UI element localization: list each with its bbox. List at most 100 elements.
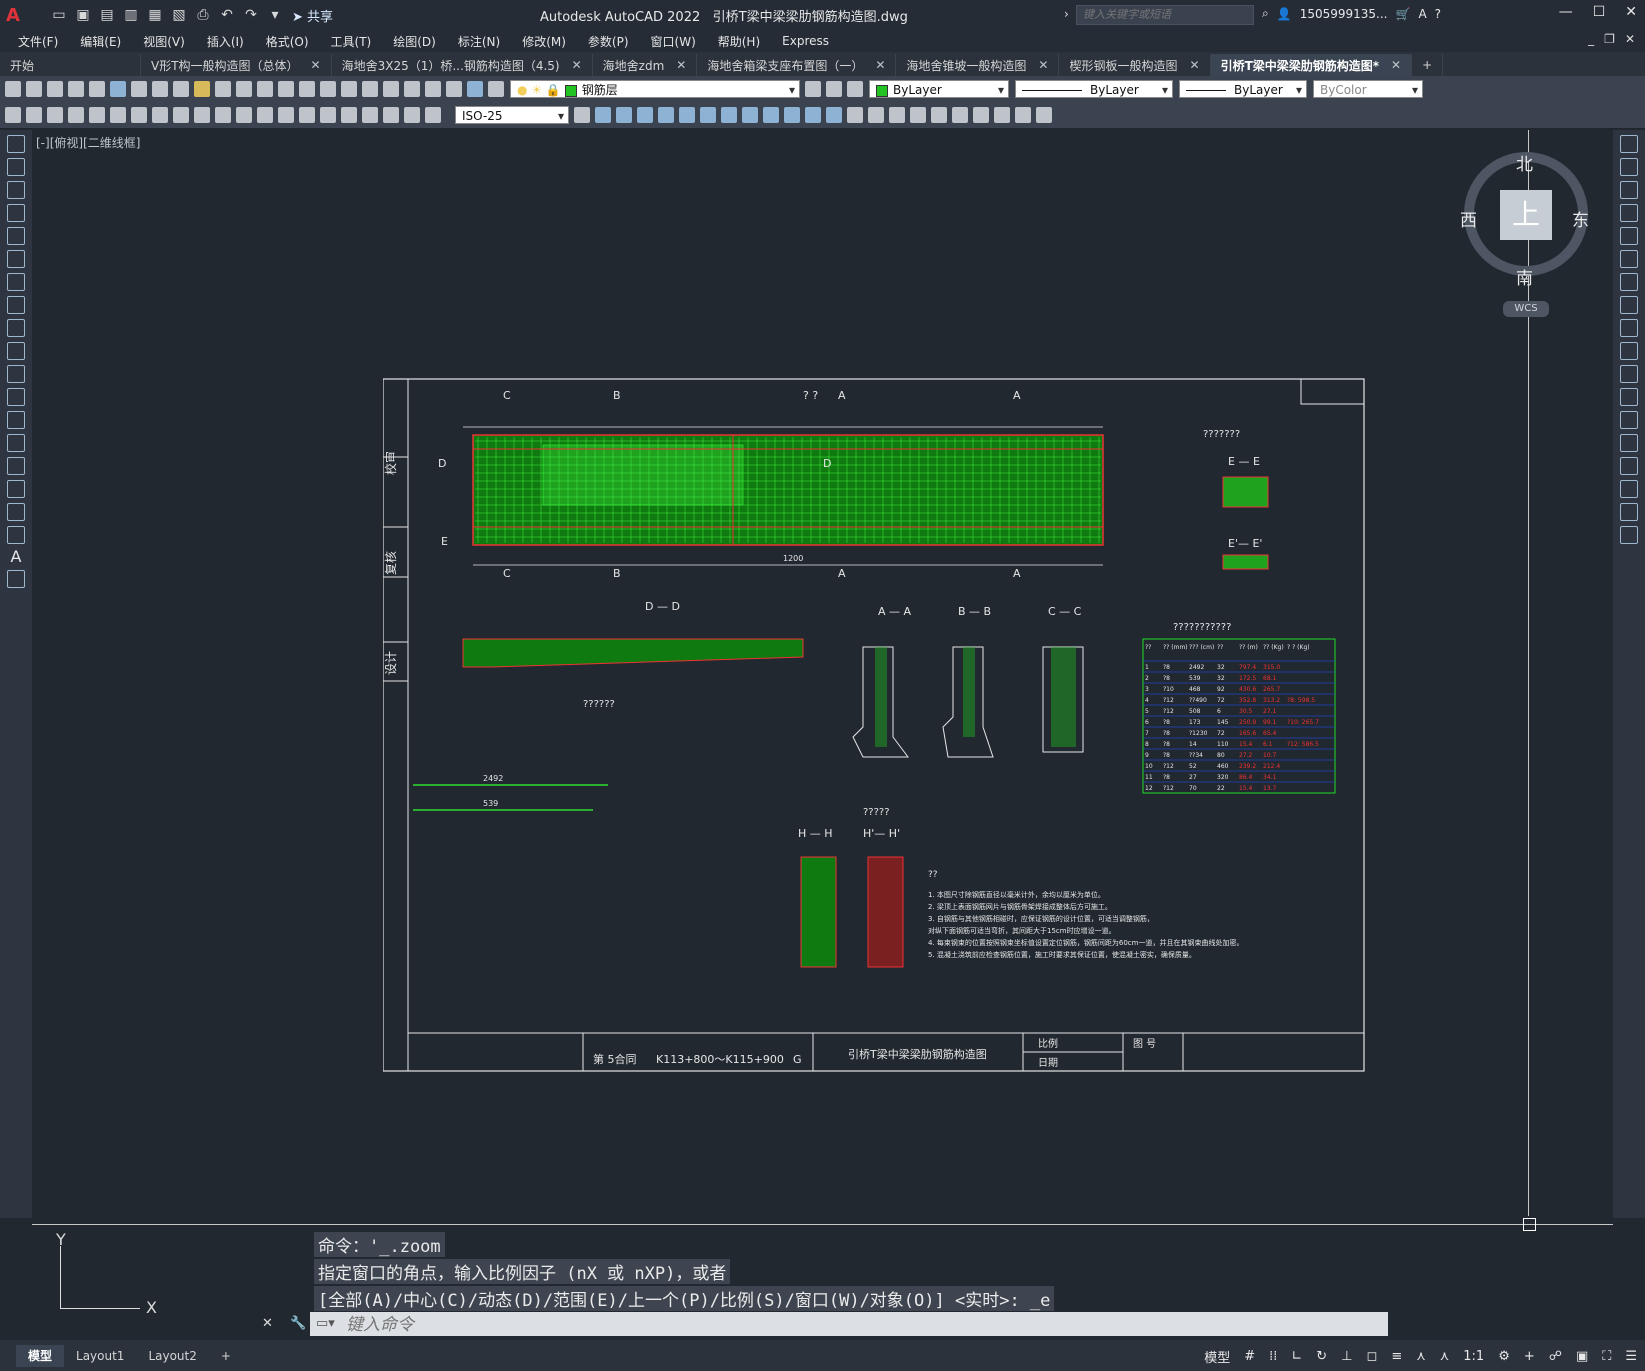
chamfer-icon[interactable] bbox=[1620, 457, 1638, 475]
linetype-dropdown[interactable]: ByLayer bbox=[1015, 80, 1173, 99]
menu-item-5[interactable]: 工具(T) bbox=[331, 33, 372, 50]
markup-icon[interactable] bbox=[425, 81, 441, 97]
a360-icon[interactable]: A bbox=[1418, 7, 1426, 21]
view-3d-icon[interactable] bbox=[847, 107, 863, 123]
tab-layout2[interactable]: Layout2 bbox=[136, 1345, 208, 1367]
match-prop-icon[interactable] bbox=[194, 81, 210, 97]
file-tab-3[interactable]: 海地舍zdm ✕ bbox=[593, 54, 698, 76]
undo-tb-icon[interactable] bbox=[215, 81, 231, 97]
model-space-button[interactable]: 模型 bbox=[1204, 1347, 1230, 1366]
fillet-icon[interactable] bbox=[1620, 480, 1638, 498]
undo-icon[interactable]: ↶ bbox=[218, 6, 236, 24]
file-tab-6[interactable]: 楔形钢板一般构造图 ✕ bbox=[1059, 54, 1211, 76]
redo-icon[interactable]: ↷ bbox=[242, 6, 260, 24]
viewcube-east[interactable]: 东 bbox=[1572, 206, 1589, 231]
insert-block-icon[interactable] bbox=[7, 388, 25, 406]
color-dropdown[interactable]: ByLayer bbox=[869, 80, 1009, 99]
menu-item-2[interactable]: 视图(V) bbox=[143, 33, 185, 50]
ucs-view-icon[interactable] bbox=[700, 107, 716, 123]
arc-icon[interactable] bbox=[7, 250, 25, 268]
view-iso-icon[interactable] bbox=[910, 107, 926, 123]
open-icon[interactable]: ▣ bbox=[74, 6, 92, 24]
blend-icon[interactable] bbox=[1620, 503, 1638, 521]
trim-icon[interactable] bbox=[1620, 342, 1638, 360]
workspace-gear-icon[interactable]: ⚙ bbox=[1498, 1349, 1510, 1364]
dim-ordinate-icon[interactable] bbox=[89, 107, 105, 123]
spline-icon[interactable] bbox=[7, 319, 25, 337]
explode-icon[interactable] bbox=[1620, 526, 1638, 544]
view-front-icon[interactable] bbox=[868, 107, 884, 123]
jogged-linear-icon[interactable] bbox=[362, 107, 378, 123]
viewport-controls[interactable]: [-][俯视][二维线框] bbox=[36, 134, 140, 151]
menu-item-10[interactable]: 窗口(W) bbox=[651, 33, 696, 50]
file-tab-0[interactable]: 开始 bbox=[0, 54, 141, 76]
ucs-icon[interactable] bbox=[595, 107, 611, 123]
wcs-menu[interactable]: WCS bbox=[1503, 301, 1549, 317]
point-icon[interactable] bbox=[7, 434, 25, 452]
isolate-icon[interactable]: ☍ bbox=[1549, 1349, 1562, 1364]
polygon-icon[interactable] bbox=[7, 204, 25, 222]
hatch-icon[interactable] bbox=[7, 457, 25, 475]
center-mark-icon[interactable] bbox=[320, 107, 336, 123]
menu-item-1[interactable]: 编辑(E) bbox=[80, 33, 121, 50]
ucs-z-icon[interactable] bbox=[826, 107, 842, 123]
gradient-icon[interactable] bbox=[7, 480, 25, 498]
layer-dropdown[interactable]: ● ☀ 🔒 钢筋层 bbox=[510, 80, 800, 99]
menu-item-0[interactable]: 文件(F) bbox=[18, 33, 58, 50]
viewport-poly-icon[interactable] bbox=[1015, 107, 1031, 123]
inspection-icon[interactable] bbox=[341, 107, 357, 123]
layer-previous-icon[interactable] bbox=[826, 81, 842, 97]
revision-cloud-icon[interactable] bbox=[7, 296, 25, 314]
annotation-visibility-icon[interactable]: ⋏ bbox=[1416, 1349, 1426, 1364]
open-file-icon[interactable] bbox=[26, 81, 42, 97]
lineweight-toggle-icon[interactable]: ≡ bbox=[1391, 1349, 1402, 1364]
chevron-right-icon[interactable]: › bbox=[1064, 7, 1069, 21]
doc-close-icon[interactable]: ✕ bbox=[1625, 32, 1635, 46]
polyline-icon[interactable] bbox=[7, 181, 25, 199]
viewport-object-icon[interactable] bbox=[1036, 107, 1052, 123]
annotation-scale-value[interactable]: 1:1 bbox=[1463, 1349, 1484, 1364]
join-icon[interactable] bbox=[1620, 434, 1638, 452]
make-current-icon[interactable] bbox=[805, 81, 821, 97]
dim-style-icon[interactable] bbox=[574, 107, 590, 123]
ucs-face-icon[interactable] bbox=[658, 107, 674, 123]
mtext-icon[interactable]: A bbox=[8, 549, 24, 565]
annotation-scale-icon[interactable]: ⋏ bbox=[1440, 1349, 1450, 1364]
tab-close-icon[interactable]: ✕ bbox=[1038, 58, 1048, 72]
line-icon[interactable] bbox=[7, 135, 25, 153]
help-icon[interactable]: ? bbox=[1435, 7, 1441, 21]
user-name[interactable]: 1505999135... bbox=[1300, 7, 1388, 21]
user-icon[interactable]: 👤 bbox=[1277, 7, 1292, 21]
command-close-icon[interactable]: ✕ bbox=[262, 1316, 273, 1331]
search-input[interactable] bbox=[1076, 5, 1254, 25]
menu-item-9[interactable]: 参数(P) bbox=[588, 33, 629, 50]
circle-icon[interactable] bbox=[7, 273, 25, 291]
redo-tb-icon[interactable] bbox=[236, 81, 252, 97]
doc-restore-icon[interactable]: ❐ bbox=[1604, 32, 1615, 46]
stretch-icon[interactable] bbox=[1620, 319, 1638, 337]
ortho-icon[interactable]: ∟ bbox=[1291, 1349, 1302, 1364]
menu-item-4[interactable]: 格式(O) bbox=[266, 33, 309, 50]
rectangle-icon[interactable] bbox=[7, 227, 25, 245]
help-tb-icon[interactable] bbox=[467, 81, 483, 97]
offset-icon[interactable] bbox=[1620, 204, 1638, 222]
tab-close-icon[interactable]: ✕ bbox=[676, 58, 686, 72]
dim-arc-icon[interactable] bbox=[68, 107, 84, 123]
tool-palettes-icon[interactable] bbox=[383, 81, 399, 97]
ellipse-icon[interactable] bbox=[7, 342, 25, 360]
viewport-clip-icon[interactable] bbox=[973, 107, 989, 123]
fullscreen-icon[interactable]: ⛶ bbox=[1602, 1349, 1611, 1364]
layer-states-icon[interactable] bbox=[847, 81, 863, 97]
quick-dim-icon[interactable] bbox=[194, 107, 210, 123]
file-tab-1[interactable]: V形T构一般构造图（总体） ✕ bbox=[141, 54, 332, 76]
publish-icon[interactable]: ▦ bbox=[146, 6, 164, 24]
dim-aligned-icon[interactable] bbox=[47, 107, 63, 123]
tab-model[interactable]: 模型 bbox=[16, 1344, 65, 1367]
plot-file-icon[interactable] bbox=[68, 81, 84, 97]
break-icon[interactable] bbox=[1620, 411, 1638, 429]
region-icon[interactable] bbox=[7, 503, 25, 521]
dim-diameter-icon[interactable] bbox=[152, 107, 168, 123]
viewcube-top-face[interactable]: 上 bbox=[1500, 190, 1552, 240]
tab-layout1[interactable]: Layout1 bbox=[64, 1345, 136, 1367]
tab-close-icon[interactable]: ✕ bbox=[1391, 58, 1401, 72]
